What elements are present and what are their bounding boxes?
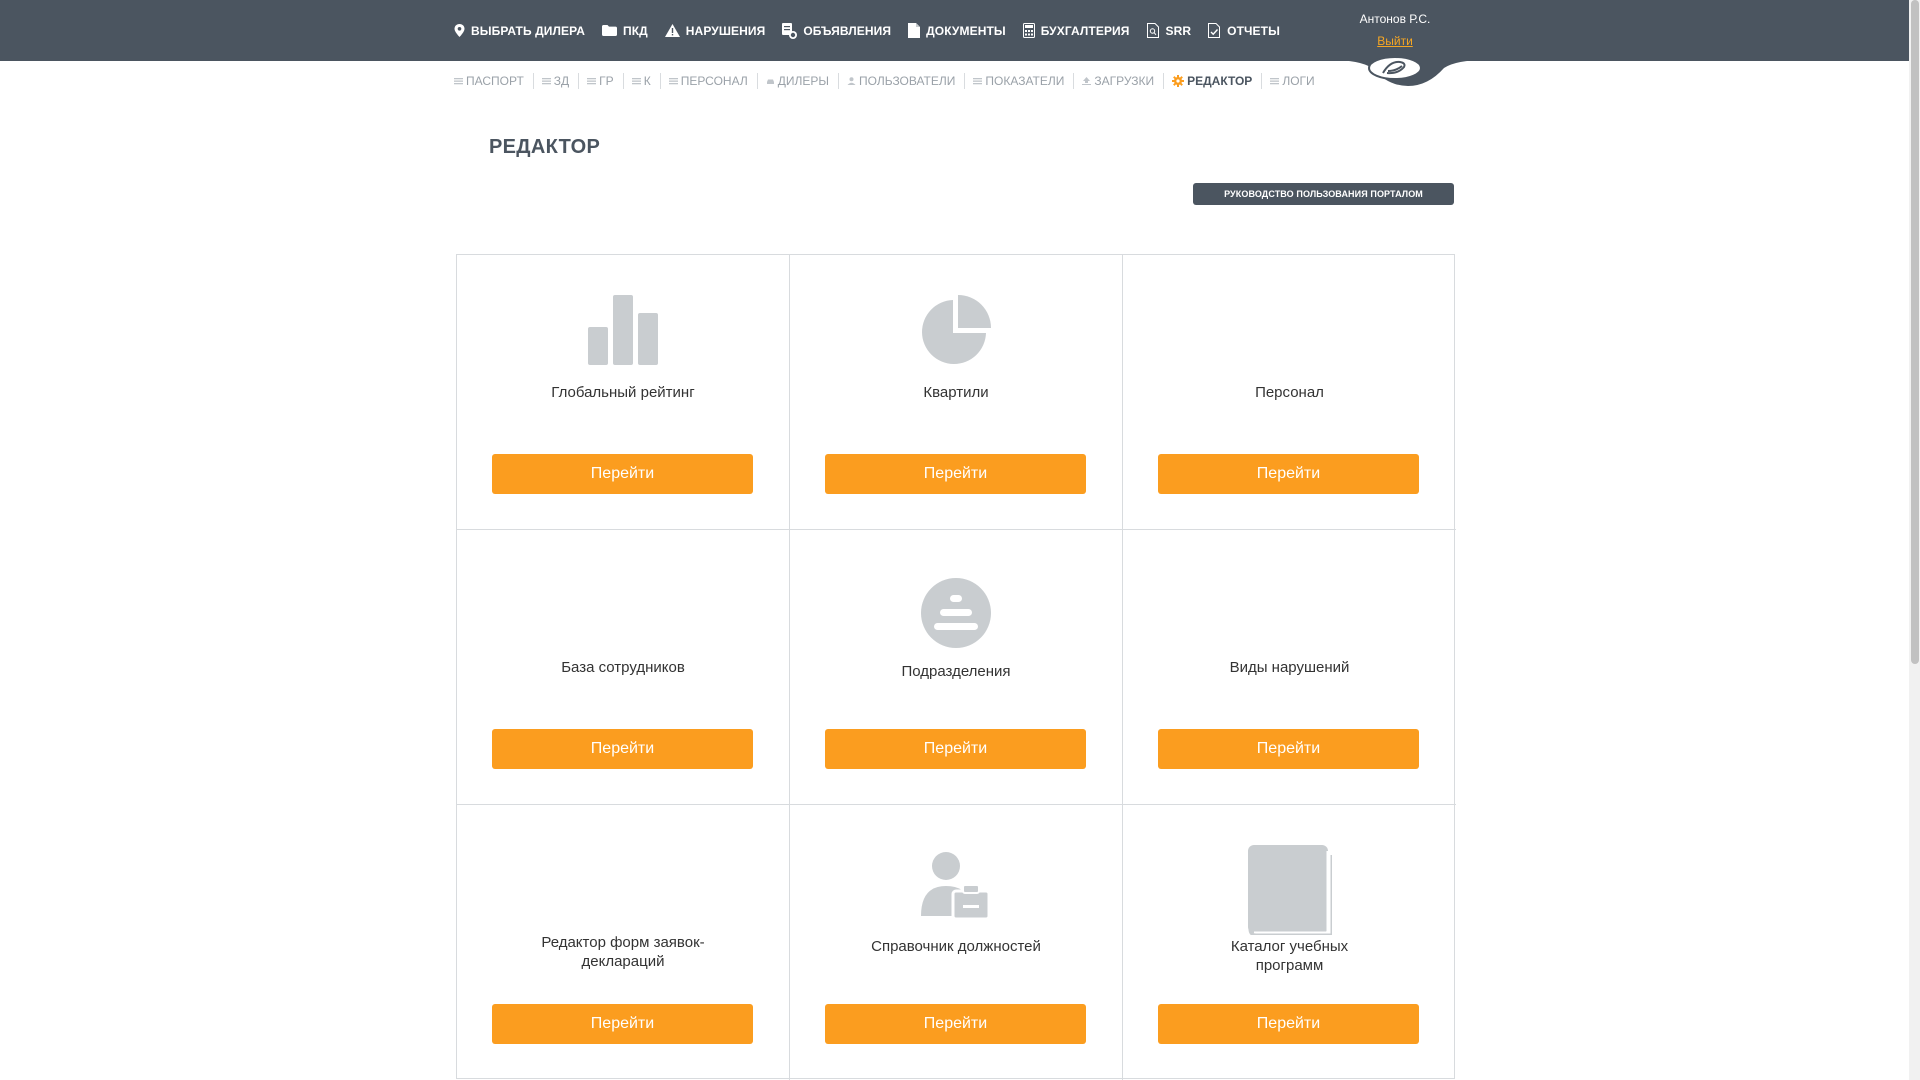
card-violation-types: Виды нарушений Перейти (1123, 530, 1456, 805)
topnav-select-dealer[interactable]: ВЫБРАТЬ ДИЛЕРА (454, 24, 585, 38)
topnav-label: БУХГАЛТЕРИЯ (1040, 23, 1130, 38)
card-label: Виды нарушений (1229, 659, 1350, 676)
topnav-violations[interactable]: НАРУШЕНИЯ (664, 23, 766, 38)
subnav-personnel[interactable]: ПЕРСОНАЛ (668, 73, 758, 89)
go-button[interactable]: Перейти (825, 454, 1086, 494)
topnav-srr[interactable]: SRR (1146, 23, 1192, 38)
warning-icon (664, 24, 680, 37)
card-label: Подразделения (901, 663, 1011, 680)
go-button[interactable]: Перейти (492, 1004, 753, 1044)
subnav-users[interactable]: ПОЛЬЗОВАТЕЛИ (847, 73, 966, 89)
search-document-icon (1146, 23, 1160, 38)
subnav-label: ПОКАЗАТЕЛИ (985, 74, 1065, 88)
subnav-label: РЕДАКТОР (1187, 74, 1253, 88)
go-button[interactable]: Перейти (492, 454, 753, 494)
sub-nav: ПАСПОРТ ЗД ГР К ПЕРСОНАЛ ДИЛЕРЫ ПОЛЬЗОВА… (454, 72, 1332, 90)
topnav-label: ДОКУМЕНТЫ (926, 23, 1006, 38)
topnav-label: ОТЧЕТЫ (1227, 23, 1280, 38)
list-icon (668, 78, 678, 85)
user-block: Антонов Р.С. Выйти (1340, 0, 1450, 61)
folder-icon (601, 25, 617, 36)
user-name: Антонов Р.С. (1359, 12, 1431, 26)
card-label: База сотрудников (561, 659, 685, 676)
topnav-label: ОБЪЯВЛЕНИЯ (803, 23, 892, 38)
go-button[interactable]: Перейти (825, 1004, 1086, 1044)
go-button[interactable]: Перейти (1158, 729, 1419, 769)
map-pin-icon (454, 24, 465, 37)
go-button[interactable]: Перейти (1158, 454, 1419, 494)
report-icon (1208, 23, 1221, 38)
departments-icon (790, 578, 1122, 648)
card-label: Глобальный рейтинг (551, 384, 695, 401)
logout-link[interactable]: Выйти (1340, 34, 1450, 48)
subnav-passport[interactable]: ПАСПОРТ (454, 73, 534, 89)
subnav-k[interactable]: К (631, 73, 661, 89)
book-icon (1123, 845, 1456, 935)
editor-cards-grid: Глобальный рейтинг Перейти Квартили Пере… (456, 254, 1456, 1080)
card-employee-base: База сотрудников Перейти (457, 530, 790, 805)
topnav-label: SRR (1165, 23, 1192, 38)
list-icon (1270, 78, 1280, 85)
subnav-label: ЛОГИ (1282, 74, 1315, 88)
subnav-label: ПЕРСОНАЛ (680, 74, 748, 88)
go-button[interactable]: Перейти (825, 729, 1086, 769)
subnav-logs[interactable]: ЛОГИ (1270, 73, 1323, 89)
document-icon (908, 23, 921, 38)
car-icon (766, 79, 774, 84)
card-label: Редактор форм заявок-деклараций (541, 934, 705, 970)
subnav-gr[interactable]: ГР (587, 73, 624, 89)
gear-icon (1172, 75, 1185, 87)
card-positions-directory: Справочник должностей Перейти (790, 805, 1123, 1080)
list-icon (973, 78, 983, 85)
scrollbar-thumb[interactable] (1911, 0, 1919, 664)
topnav-reports[interactable]: ОТЧЕТЫ (1208, 23, 1280, 38)
card-departments: Подразделения Перейти (790, 530, 1123, 805)
subnav-label: ГР (599, 74, 614, 88)
card-label: Каталог учебных программ (1230, 938, 1349, 974)
card-global-rating: Глобальный рейтинг Перейти (457, 255, 790, 530)
go-button[interactable]: Перейти (492, 729, 753, 769)
subnav-label: ПОЛЬЗОВАТЕЛИ (859, 74, 956, 88)
upload-icon (1082, 77, 1092, 85)
user-icon (847, 77, 856, 85)
list-icon (587, 78, 597, 85)
go-button[interactable]: Перейти (1158, 1004, 1419, 1044)
topnav-pkd[interactable]: ПКД (601, 23, 648, 38)
subnav-indicators[interactable]: ПОКАЗАТЕЛИ (973, 73, 1075, 89)
topnav-label: ПКД (622, 23, 648, 38)
topnav-announcements[interactable]: ОБЪЯВЛЕНИЯ (782, 22, 892, 39)
topnav-documents[interactable]: ДОКУМЕНТЫ (908, 23, 1006, 38)
person-badge-icon (790, 851, 1122, 921)
card-quartiles: Квартили Перейти (790, 255, 1123, 530)
subnav-label: ПАСПОРТ (466, 74, 524, 88)
list-icon (541, 78, 551, 85)
subnav-label: ЗД (553, 74, 570, 88)
list-icon (454, 78, 463, 85)
card-personnel: Персонал Перейти (1123, 255, 1456, 530)
bar-chart-icon (457, 295, 789, 365)
card-label: Справочник должностей (871, 938, 1041, 955)
subnav-dealers[interactable]: ДИЛЕРЫ (766, 73, 839, 89)
top-nav: ВЫБРАТЬ ДИЛЕРА ПКД НАРУШЕНИЯ ОБЪЯВЛЕНИЯ … (454, 0, 1297, 61)
topnav-label: НАРУШЕНИЯ (685, 23, 766, 38)
card-form-editor: Редактор форм заявок-деклараций Перейти (457, 805, 790, 1080)
portal-guide-button[interactable]: РУКОВОДСТВО ПОЛЬЗОВАНИЯ ПОРТАЛОМ (1193, 183, 1454, 205)
subnav-uploads[interactable]: ЗАГРУЗКИ (1082, 73, 1165, 89)
announcement-icon (782, 22, 798, 39)
card-label: Персонал (1255, 384, 1324, 401)
topnav-accounting[interactable]: БУХГАЛТЕРИЯ (1022, 23, 1130, 38)
page-title: РЕДАКТОР (489, 136, 601, 158)
calculator-icon (1022, 23, 1035, 38)
subnav-editor[interactable]: РЕДАКТОР (1172, 73, 1263, 89)
subnav-label: ДИЛЕРЫ (777, 74, 829, 88)
topnav-label: ВЫБРАТЬ ДИЛЕРА (471, 23, 585, 38)
pie-chart-icon (790, 295, 1122, 365)
card-label: Квартили (923, 384, 989, 401)
lada-logo-icon[interactable] (1330, 58, 1486, 90)
card-training-catalog: Каталог учебных программ Перейти (1123, 805, 1456, 1080)
subnav-zd[interactable]: ЗД (541, 73, 580, 89)
list-icon (631, 78, 641, 85)
subnav-label: К (643, 74, 651, 88)
subnav-label: ЗАГРУЗКИ (1094, 74, 1155, 88)
